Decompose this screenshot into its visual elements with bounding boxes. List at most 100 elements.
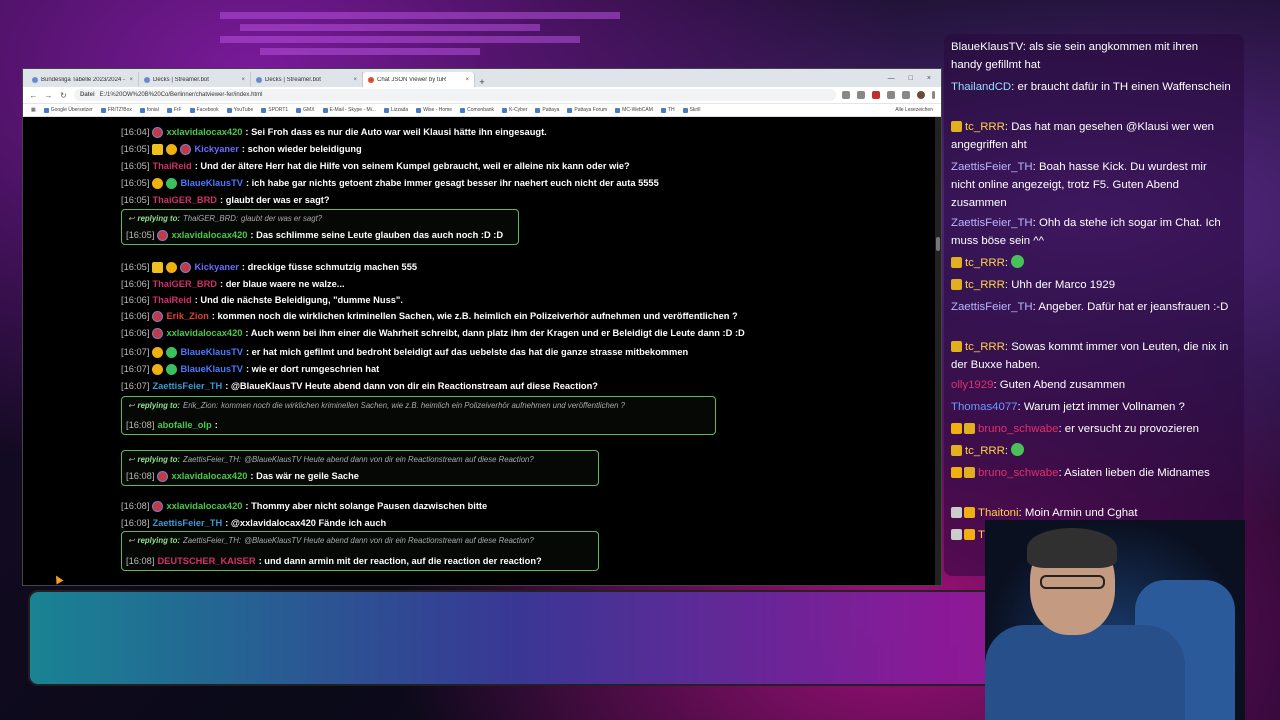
message-text: : Und die nächste Beleidigung, "dumme Nu… xyxy=(194,295,403,305)
extension-icon[interactable] xyxy=(887,91,895,99)
badge-group xyxy=(951,507,975,518)
sub-badge-icon xyxy=(157,229,169,241)
bookmark-item[interactable]: fonial xyxy=(139,107,159,113)
overlay-message-text: : Moin Armin und Cghat xyxy=(1018,507,1138,519)
bookmark-item[interactable]: Facebook xyxy=(189,107,219,113)
overlay-username: tc_RRR xyxy=(965,445,1005,457)
overlay-message-text: : er versucht zu provozieren xyxy=(1058,423,1199,435)
message-timestamp: [16:08] xyxy=(126,471,155,481)
bookmark-icon xyxy=(416,107,422,113)
extension-icon[interactable] xyxy=(902,91,910,99)
message-timestamp: [16:05] xyxy=(121,144,150,154)
user-badge-icon xyxy=(951,529,962,540)
forward-icon[interactable]: → xyxy=(44,91,53,100)
bookmark-item[interactable]: SPORT1 xyxy=(261,107,288,113)
bookmark-item[interactable]: E-Mail - Skype - Mi... xyxy=(322,107,376,113)
url-scheme-label: Datei xyxy=(80,92,95,98)
bookmark-item[interactable]: Pattaya Forum xyxy=(567,107,607,113)
close-icon[interactable]: × xyxy=(241,77,245,83)
overlay-chat-message: ThailandCD: er braucht dafür in TH einen… xyxy=(951,78,1231,96)
close-window-icon[interactable]: × xyxy=(927,75,931,82)
message-username[interactable]: Kickyaner xyxy=(194,144,238,154)
apps-icon[interactable]: ▦ xyxy=(31,107,36,113)
bookmark-label: Comonbank xyxy=(467,107,495,113)
zoom-icon[interactable] xyxy=(842,91,850,99)
overlay-message-text: : Uhh der Marco 1929 xyxy=(1004,279,1116,291)
bookmark-item[interactable]: MC-WebCAM xyxy=(615,107,653,113)
bookmark-label: YouTube xyxy=(233,107,254,113)
message-username[interactable]: DEUTSCHER_KAISER xyxy=(157,556,255,566)
extension-icon[interactable] xyxy=(872,91,880,99)
bookmark-item[interactable]: TH xyxy=(660,107,675,113)
message-text: : der blaue waere ne walze... xyxy=(220,279,345,289)
bookmark-icon xyxy=(502,107,508,113)
overlay-message-text: : Angeber. Dafür hat er jeansfrauen :-D xyxy=(1032,301,1229,313)
overlay-message-text: : Warum jetzt immer Vollnamen ? xyxy=(1017,401,1185,413)
minimize-icon[interactable]: — xyxy=(888,75,895,82)
bookmark-item[interactable]: Skrill xyxy=(682,107,700,113)
message-username[interactable]: xxlavidalocax420 xyxy=(171,230,247,240)
close-icon[interactable]: × xyxy=(353,77,357,83)
badge-group xyxy=(951,467,975,478)
message-username[interactable]: xxlavidalocax420 xyxy=(171,471,247,481)
close-icon[interactable]: × xyxy=(129,77,133,83)
bookmark-item[interactable]: FrF xyxy=(166,107,182,113)
bookmark-item[interactable]: YouTube xyxy=(226,107,254,113)
chat-message: [16:05] Kickyaner: dreckige füsse schmutz… xyxy=(121,260,417,274)
message-username[interactable]: ThaiReid xyxy=(152,295,191,305)
message-username[interactable]: xxlavidalocax420 xyxy=(166,328,242,338)
tab-label: Chat JSON Viewer by tuR xyxy=(377,76,447,83)
url-field[interactable]: Datei E:/1%20OW%20B%20Co/Berlinner/chatv… xyxy=(74,89,836,101)
chat-message: [16:05] BlaueKlausTV: ich habe gar nichts… xyxy=(121,176,659,190)
reply-label: replying to: xyxy=(137,401,180,410)
overlay-chat-message: tc_RRR: Das hat man gesehen @Klausi wer … xyxy=(951,118,1231,154)
decorative-bars xyxy=(220,8,740,60)
bookmark-item[interactable]: Comonbank xyxy=(460,107,494,113)
bookmark-item[interactable]: Wise - Home xyxy=(416,107,452,113)
message-username[interactable]: BlaueKlausTV xyxy=(180,347,243,357)
maximize-icon[interactable]: □ xyxy=(909,75,913,82)
all-bookmarks-button[interactable]: Alle Lesezeichen xyxy=(895,107,933,113)
bookmark-item[interactable]: GMX xyxy=(296,107,315,113)
scrollbar-thumb[interactable] xyxy=(936,237,940,251)
star-icon[interactable] xyxy=(857,91,865,99)
bookmark-item[interactable]: K-Cyber xyxy=(502,107,527,113)
bookmark-item[interactable]: Google Übersetzer xyxy=(43,107,93,113)
message-username[interactable]: BlaueKlausTV xyxy=(180,364,243,374)
message-username[interactable]: ZaettisFeier_TH xyxy=(152,518,222,528)
message-username[interactable]: ThaiGER_BRD xyxy=(152,195,217,205)
message-username[interactable]: ThaiReid xyxy=(152,161,191,171)
message-username[interactable]: abofalle_olp xyxy=(157,420,211,430)
bookmark-item[interactable]: Pattaya xyxy=(535,107,559,113)
user-badge-icon xyxy=(951,423,962,434)
message-text: : wie er dort rumgeschrien hat xyxy=(245,364,380,374)
bookmark-item[interactable]: FRITZ!Box xyxy=(100,107,132,113)
scrollbar[interactable] xyxy=(935,117,941,585)
bookmark-label: GMX xyxy=(303,107,315,113)
tab-label: Decks | Streamer.bot xyxy=(265,76,321,83)
chat-message: [16:05] ThaiGER_BRD: glaubt der was er sa… xyxy=(121,193,330,207)
profile-icon[interactable] xyxy=(917,91,925,99)
message-username[interactable]: Kickyaner xyxy=(194,262,238,272)
overlay-message-text: : Guten Abend zusammen xyxy=(993,379,1126,391)
browser-tab-active[interactable]: Chat JSON Viewer by tuR × xyxy=(363,72,475,87)
message-username[interactable]: xxlavidalocax420 xyxy=(166,501,242,511)
browser-tab[interactable]: Bundesliga Tabelle 2023/2024 - × xyxy=(27,72,139,87)
bookmark-icon xyxy=(682,107,688,113)
message-username[interactable]: ZaettisFeier_TH xyxy=(152,381,222,391)
browser-tab[interactable]: Decks | Streamer.bot × xyxy=(251,72,363,87)
bookmark-item[interactable]: Lizzada xyxy=(383,107,408,113)
reply-arrow-icon: ↩ xyxy=(128,536,135,545)
message-username[interactable]: ThaiGER_BRD xyxy=(152,279,217,289)
reply-ref-text: glaubt der was er sagt? xyxy=(241,214,323,223)
browser-tab[interactable]: Decks | Streamer.bot × xyxy=(139,72,251,87)
menu-icon[interactable] xyxy=(932,91,935,99)
message-username[interactable]: xxlavidalocax420 xyxy=(166,127,242,137)
new-tab-button[interactable]: + xyxy=(475,77,489,87)
close-icon[interactable]: × xyxy=(465,77,469,83)
overlay-chat-message: olly1929: Guten Abend zusammen xyxy=(951,376,1231,394)
message-username[interactable]: Erik_Zion xyxy=(166,311,208,321)
reload-icon[interactable]: ↻ xyxy=(59,91,68,100)
back-icon[interactable]: ← xyxy=(29,91,38,100)
message-username[interactable]: BlaueKlausTV xyxy=(180,178,243,188)
